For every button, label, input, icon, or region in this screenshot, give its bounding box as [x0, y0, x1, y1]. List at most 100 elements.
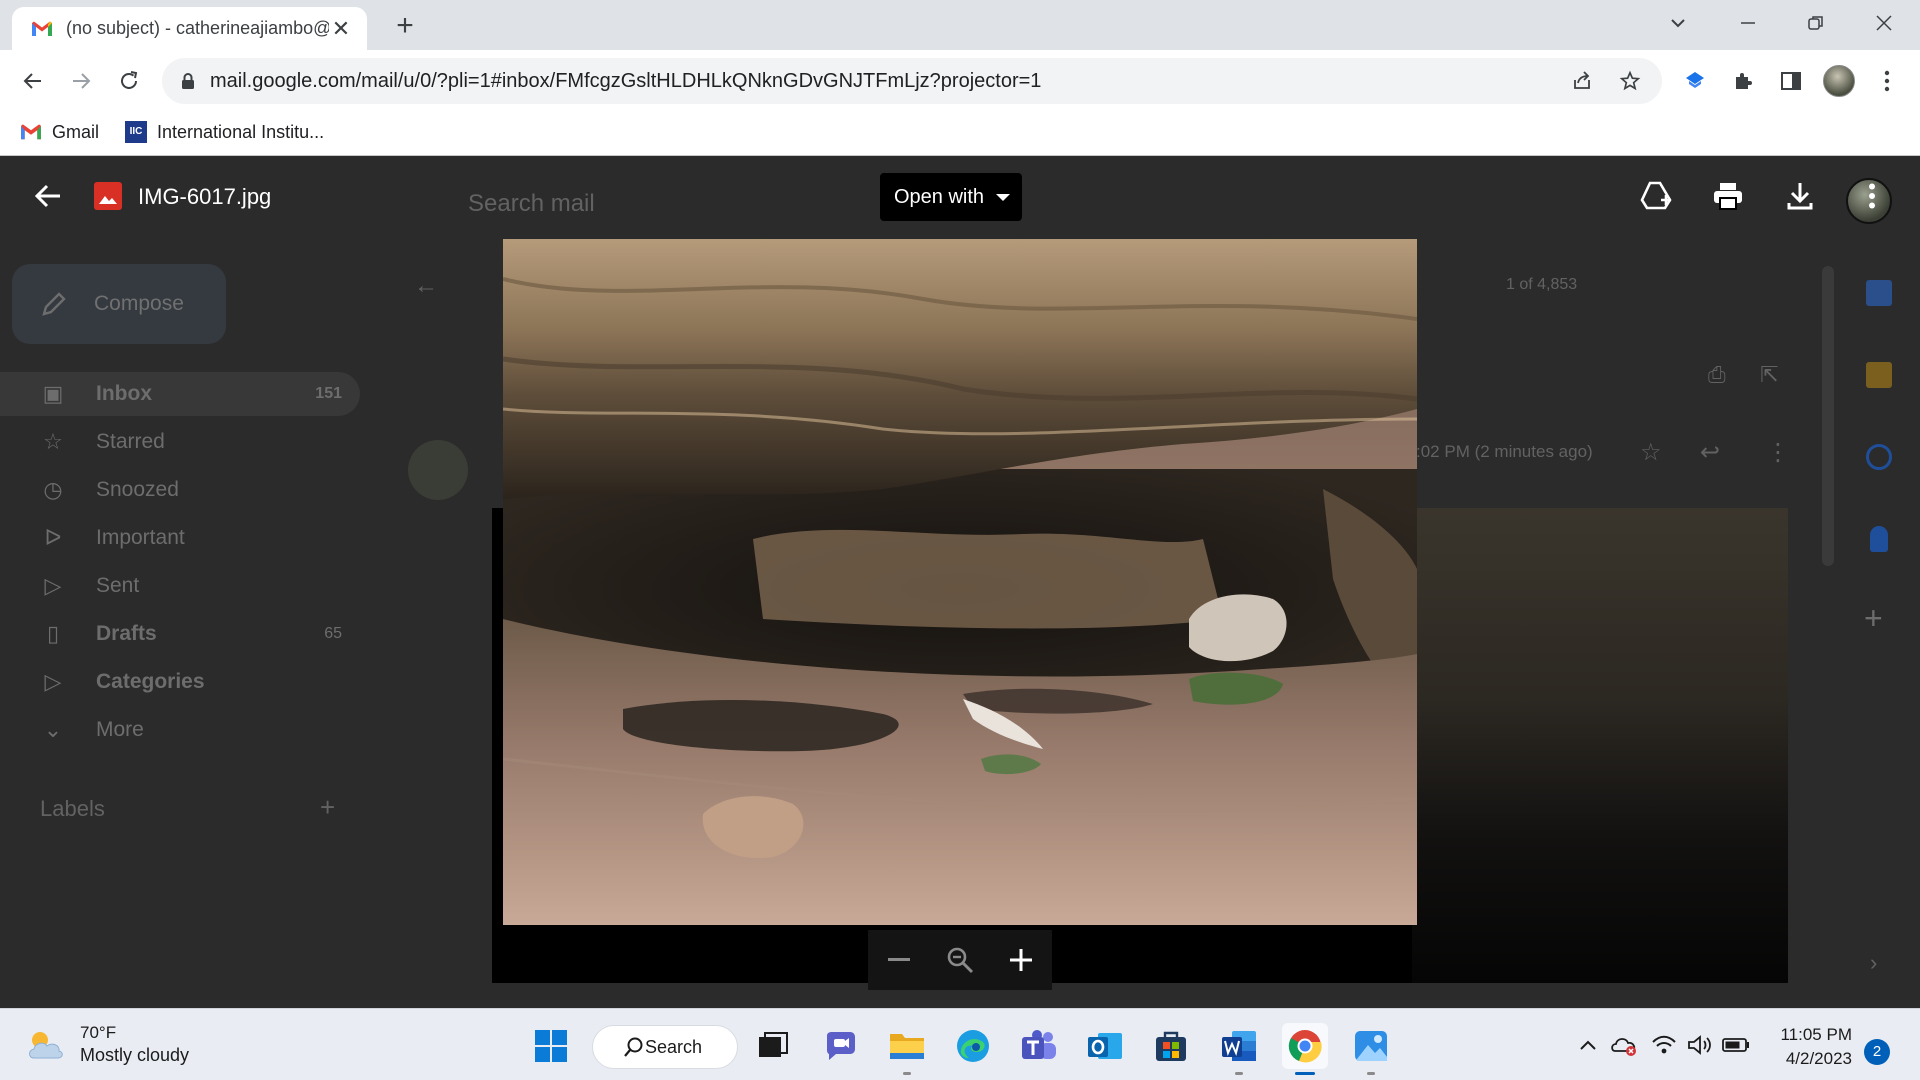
photos-app[interactable] [1348, 1023, 1394, 1075]
show-hidden-icons-chevron-up-icon[interactable] [1574, 1031, 1602, 1059]
restore-icon[interactable] [1786, 6, 1846, 40]
url-text[interactable]: mail.google.com/mail/u/0/?pli=1#inbox/FM… [210, 70, 1550, 93]
outlook-icon [1088, 1033, 1122, 1059]
minimize-icon[interactable] [1718, 6, 1778, 40]
profile-avatar[interactable] [1820, 62, 1858, 100]
file-explorer-app[interactable] [884, 1023, 930, 1075]
onedrive-error-icon[interactable] [1610, 1031, 1638, 1059]
scrollbar [1822, 266, 1834, 566]
more-options-icon: ⋮ [1766, 439, 1790, 466]
search-label: Search [645, 1036, 703, 1057]
notification-badge[interactable]: 2 [1864, 1039, 1890, 1065]
chrome-app[interactable] [1282, 1023, 1328, 1075]
zoom-reset-icon[interactable] [940, 940, 980, 980]
zoom-in-icon[interactable] [1001, 940, 1041, 980]
weather-temperature: 70°F [80, 1023, 117, 1042]
contacts-icon [1870, 526, 1888, 552]
share-icon[interactable] [1566, 65, 1598, 97]
edge-app[interactable] [950, 1023, 996, 1069]
extensions-puzzle-icon[interactable] [1724, 62, 1762, 100]
bookmark-gmail[interactable]: Gmail [20, 122, 99, 143]
draft-icon: ▯ [46, 621, 60, 646]
chrome-icon [1288, 1030, 1322, 1063]
cave-photo[interactable] [503, 239, 1417, 925]
compose-button: Compose [12, 264, 226, 344]
teams-app[interactable] [1016, 1023, 1062, 1069]
wifi-icon[interactable] [1650, 1031, 1678, 1059]
gmail-icon [32, 21, 52, 36]
label-icon: ▷ [44, 669, 62, 694]
side-panel-icon[interactable] [1772, 62, 1810, 100]
file-name: IMG-6017.jpg [138, 184, 272, 209]
important-icon: ᐅ [44, 525, 62, 550]
windows-taskbar: 70°F Mostly cloudy Search 11:05 PM 4/2/2… [0, 1008, 1920, 1080]
bookmarks-bar: Gmail IIC International Institu... [0, 112, 350, 152]
microsoft-store-app[interactable] [1148, 1023, 1194, 1069]
task-view-icon [759, 1032, 788, 1057]
lock-icon[interactable] [180, 72, 196, 90]
battery-icon[interactable] [1722, 1031, 1750, 1059]
outlook-app[interactable] [1082, 1023, 1128, 1069]
chat-app[interactable] [818, 1023, 864, 1069]
bookmark-label: Gmail [52, 121, 100, 142]
back-to-inbox-icon: ← [414, 272, 438, 299]
zoom-out-icon[interactable] [879, 940, 919, 980]
cloudy-weather-icon [29, 1031, 63, 1058]
weather-description: Mostly cloudy [80, 1045, 190, 1065]
running-indicator [1367, 1072, 1375, 1075]
new-tab-button[interactable]: + [388, 10, 422, 44]
folder-icon [890, 1034, 924, 1059]
star-icon: ☆ [43, 429, 63, 454]
close-window-icon[interactable] [1854, 6, 1914, 40]
word-app[interactable] [1216, 1023, 1262, 1075]
extension-icon[interactable] [1676, 62, 1714, 100]
address-bar[interactable]: mail.google.com/mail/u/0/?pli=1#inbox/FM… [162, 58, 1662, 104]
sidebar-item-categories: ▷ Categories [0, 660, 360, 704]
task-view-button[interactable] [750, 1023, 796, 1069]
clock-icon: ◷ [43, 477, 63, 502]
back-icon[interactable] [14, 62, 52, 100]
forward-icon[interactable] [62, 62, 100, 100]
browser-toolbar: mail.google.com/mail/u/0/?pli=1#inbox/FM… [0, 50, 1920, 156]
open-with-label: Open with [894, 185, 985, 208]
compose-label: Compose [94, 292, 184, 315]
reply-icon: ↩ [1700, 439, 1721, 466]
volume-icon[interactable] [1686, 1031, 1714, 1059]
edge-icon [957, 1030, 989, 1062]
close-viewer-back-icon[interactable] [30, 178, 66, 214]
chevron-down-icon [996, 193, 1011, 201]
gmail-icon [20, 123, 42, 141]
print-icon[interactable] [1708, 176, 1748, 216]
close-tab-icon[interactable]: ✕ [329, 16, 353, 41]
windows-logo-icon [535, 1030, 567, 1062]
add-addon-icon: + [1864, 600, 1883, 636]
calendar-icon [1866, 280, 1892, 306]
pagination-text: 1 of 4,853 [1506, 276, 1578, 293]
bookmark-iic[interactable]: IIC International Institu... [125, 121, 324, 143]
chevron-down-icon: ⌄ [43, 717, 63, 742]
store-icon [1156, 1031, 1186, 1061]
bookmark-star-icon[interactable] [1614, 65, 1646, 97]
download-icon[interactable] [1780, 176, 1820, 216]
tab-search-icon[interactable] [1648, 6, 1708, 40]
clock-date: 4/2/2023 [1785, 1049, 1852, 1068]
tab-title: (no subject) - catherineajiambo@ [66, 18, 329, 38]
star-message-icon: ☆ [1640, 439, 1662, 466]
browser-tab[interactable]: (no subject) - catherineajiambo@ ✕ [12, 7, 367, 50]
sender-avatar [408, 440, 468, 500]
clock-time: 11:05 PM [1780, 1025, 1852, 1044]
open-with-button[interactable]: Open with [880, 173, 1022, 221]
start-button[interactable] [528, 1023, 574, 1069]
print-all-icon: ⎙ [1708, 362, 1726, 387]
system-clock[interactable]: 11:05 PM 4/2/2023 [1752, 1023, 1852, 1071]
add-to-drive-icon[interactable] [1636, 176, 1676, 216]
pencil-icon [40, 290, 68, 324]
word-icon [1222, 1031, 1256, 1061]
taskbar-search[interactable]: Search [592, 1025, 738, 1069]
weather-widget[interactable]: 70°F Mostly cloudy [26, 1023, 189, 1066]
chrome-menu-icon[interactable] [1868, 62, 1906, 100]
reload-icon[interactable] [110, 62, 148, 100]
teams-icon [1022, 1030, 1056, 1059]
expand-panel-icon: › [1870, 950, 1878, 975]
more-actions-icon[interactable] [1852, 176, 1892, 216]
